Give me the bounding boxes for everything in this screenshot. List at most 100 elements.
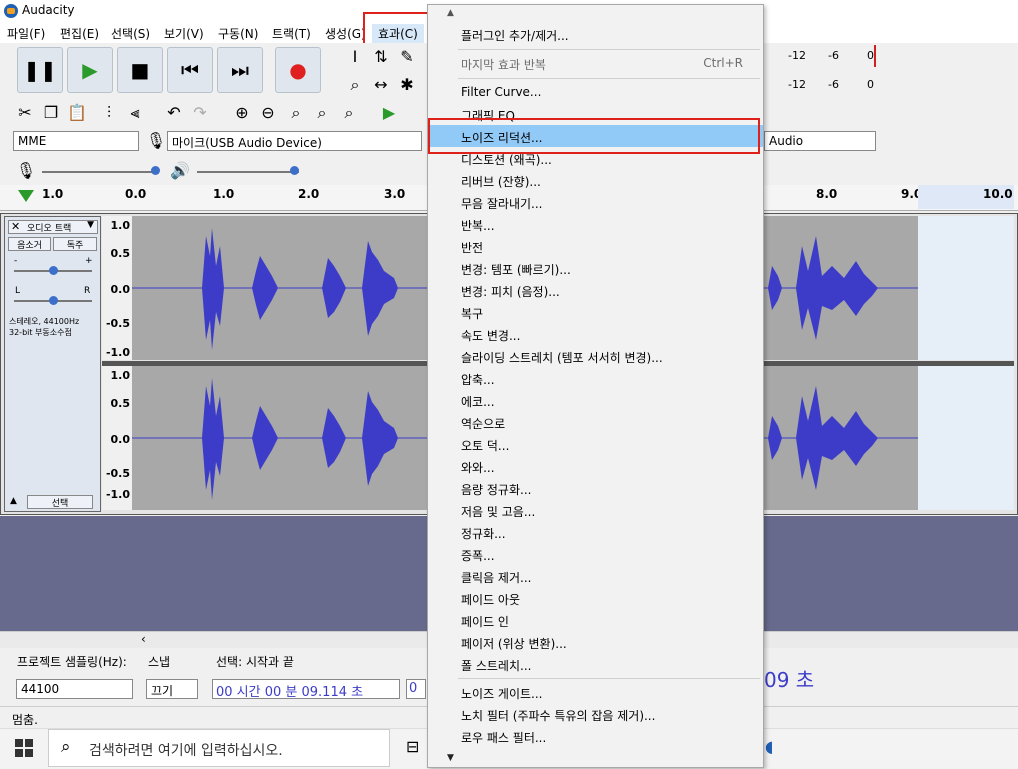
fit-selection-icon[interactable]: ⌕ <box>284 101 308 125</box>
track-header[interactable]: ✕ 오디오 트랙 ▼ <box>8 220 98 234</box>
undo-icon[interactable]: ↶ <box>162 101 186 125</box>
menu-effects[interactable]: 효과(C) <box>372 24 424 43</box>
select-track-button[interactable]: 선택 <box>27 495 93 509</box>
scroll-left-icon[interactable]: ‹ <box>141 632 146 646</box>
menu-item-compressor[interactable]: 압축... <box>428 367 763 389</box>
copy-icon[interactable]: ❐ <box>39 101 63 125</box>
menu-item-sliding-stretch[interactable]: 슬라이딩 스트레치 (템포 서서히 변경)... <box>428 345 763 367</box>
menu-item-reverb[interactable]: 리버브 (잔향)... <box>428 169 763 191</box>
menu-item-loudness-normalization[interactable]: 음량 정규화... <box>428 477 763 499</box>
skip-start-button[interactable]: ⏮ <box>167 47 213 93</box>
redo-icon[interactable]: ↷ <box>188 101 212 125</box>
menu-item-change-pitch[interactable]: 변경: 피치 (음정)... <box>428 279 763 301</box>
play-head-icon[interactable] <box>18 190 34 202</box>
skip-end-button[interactable]: ⏭ <box>217 47 263 93</box>
fit-project-icon[interactable]: ⌕ <box>310 101 334 125</box>
menu-select[interactable]: 선택(S) <box>111 25 150 42</box>
multi-tool-icon[interactable]: ✱ <box>395 73 419 97</box>
recording-device-select[interactable]: 마이크(USB Audio Device) <box>167 131 422 151</box>
menu-item-invert[interactable]: 반전 <box>428 235 763 257</box>
draw-tool-icon[interactable]: ✎ <box>395 45 419 69</box>
menu-separator <box>458 78 760 79</box>
task-view-icon[interactable]: ⊟ <box>406 737 419 756</box>
search-placeholder[interactable]: 검색하려면 여기에 입력하십시오. <box>89 740 283 760</box>
pause-button[interactable]: ❚❚ <box>17 47 63 93</box>
audacity-taskbar-icon[interactable]: ◖ <box>765 737 773 756</box>
scroll-up-icon[interactable]: ▲ <box>447 8 454 18</box>
menu-item-low-pass-filter[interactable]: 로우 패스 필터... <box>428 725 763 747</box>
project-rate-select[interactable]: 44100 <box>16 679 133 699</box>
menu-generate[interactable]: 생성(G) <box>325 25 366 42</box>
close-icon[interactable]: ✕ <box>11 220 20 233</box>
zoom-toggle-icon[interactable]: ⌕ <box>337 101 361 125</box>
play-button[interactable]: ▶ <box>67 47 113 93</box>
menu-item-reverse[interactable]: 역순으로 <box>428 411 763 433</box>
waveform-right-selected-region[interactable] <box>918 366 1014 510</box>
solo-button[interactable]: 독주 <box>53 237 97 251</box>
menu-item-bass-treble[interactable]: 저음 및 고음... <box>428 499 763 521</box>
waveform-left-selected-region[interactable] <box>918 216 1014 360</box>
menu-item-filter-curve[interactable]: Filter Curve... <box>428 81 763 103</box>
menu-tracks[interactable]: 트랙(T) <box>272 25 311 42</box>
chevron-down-icon[interactable]: ▼ <box>87 220 94 230</box>
track-name[interactable]: 오디오 트랙 <box>27 221 71 234</box>
menu-item-normalize[interactable]: 정규화... <box>428 521 763 543</box>
menu-item-click-removal[interactable]: 클릭음 제거... <box>428 565 763 587</box>
scroll-down-icon[interactable]: ▼ <box>447 753 454 763</box>
menu-item-change-speed[interactable]: 속도 변경... <box>428 323 763 345</box>
collapse-icon[interactable]: ▲ <box>10 496 17 506</box>
menu-item-plugin-manager[interactable]: 플러그인 추가/제거... <box>428 23 763 45</box>
windows-start-icon[interactable] <box>15 739 33 757</box>
playback-device-select[interactable]: Audio <box>764 131 876 151</box>
y-tick: -0.5 <box>105 467 130 480</box>
record-button[interactable]: ● <box>275 47 321 93</box>
menu-item-repeat[interactable]: 반복... <box>428 213 763 235</box>
playback-volume-slider[interactable] <box>197 171 299 173</box>
menu-item-change-tempo[interactable]: 변경: 템포 (빠르기)... <box>428 257 763 279</box>
audio-position-time[interactable]: 09 초 <box>764 664 834 692</box>
cut-icon[interactable]: ✂ <box>13 101 37 125</box>
menu-item-fade-out[interactable]: 페이드 아웃 <box>428 587 763 609</box>
recording-volume-thumb[interactable] <box>151 166 160 175</box>
menu-edit[interactable]: 편집(E) <box>60 25 99 42</box>
menu-item-noise-gate[interactable]: 노이즈 게이트... <box>428 681 763 703</box>
trim-icon[interactable]: ⫶ <box>97 101 121 125</box>
pan-slider-thumb[interactable] <box>49 296 58 305</box>
menu-transport[interactable]: 구동(N) <box>218 25 258 42</box>
zoom-in-icon[interactable]: ⊕ <box>230 101 254 125</box>
menu-item-notch-filter[interactable]: 노치 필터 (주파수 특유의 잡음 제거)... <box>428 703 763 725</box>
silence-icon[interactable]: ⫷ <box>123 101 147 125</box>
zoom-out-icon[interactable]: ⊖ <box>256 101 280 125</box>
audio-host-select[interactable]: MME <box>13 131 139 151</box>
menu-item-fade-in[interactable]: 페이드 인 <box>428 609 763 631</box>
menu-item-amplify[interactable]: 증폭... <box>428 543 763 565</box>
selection-tool-icon[interactable]: I <box>343 45 367 69</box>
menu-item-repair[interactable]: 복구 <box>428 301 763 323</box>
envelope-tool-icon[interactable]: ⇅ <box>369 45 393 69</box>
stop-button[interactable]: ■ <box>117 47 163 93</box>
playback-volume-thumb[interactable] <box>290 166 299 175</box>
snap-select[interactable]: 끄기 <box>146 679 198 699</box>
gain-slider-thumb[interactable] <box>49 266 58 275</box>
play-at-speed-icon[interactable]: ▶ <box>377 101 401 125</box>
menu-file[interactable]: 파일(F) <box>7 25 45 42</box>
menu-item-wahwah[interactable]: 와와... <box>428 455 763 477</box>
menu-item-paulstretch[interactable]: 폴 스트레치... <box>428 653 763 675</box>
menu-view[interactable]: 보기(V) <box>164 25 204 42</box>
menu-item-phaser[interactable]: 페이저 (위상 변환)... <box>428 631 763 653</box>
menu-item-repeat-last-effect[interactable]: 마지막 효과 반복 Ctrl+R <box>428 52 763 74</box>
status-text: 멈춤. <box>12 713 38 727</box>
recording-volume-slider[interactable] <box>42 171 157 173</box>
menu-item-auto-duck[interactable]: 오토 덕... <box>428 433 763 455</box>
selection-start-time[interactable]: 00 시간 00 분 09.114 초 <box>212 679 400 700</box>
selection-end-time[interactable]: 0 <box>406 679 426 699</box>
menu-item-echo[interactable]: 에코... <box>428 389 763 411</box>
taskbar-search-box[interactable]: ⌕ 검색하려면 여기에 입력하십시오. <box>48 729 390 767</box>
pan-left-label: L <box>15 286 21 296</box>
paste-icon[interactable]: 📋 <box>65 101 89 125</box>
menu-item-truncate-silence[interactable]: 무음 잘라내기... <box>428 191 763 213</box>
zoom-tool-icon[interactable]: ⌕ <box>343 73 367 97</box>
mute-button[interactable]: 음소거 <box>8 237 51 251</box>
project-rate-label: 프로젝트 샘플링(Hz): <box>17 655 127 669</box>
timeshift-tool-icon[interactable]: ↔ <box>369 73 393 97</box>
